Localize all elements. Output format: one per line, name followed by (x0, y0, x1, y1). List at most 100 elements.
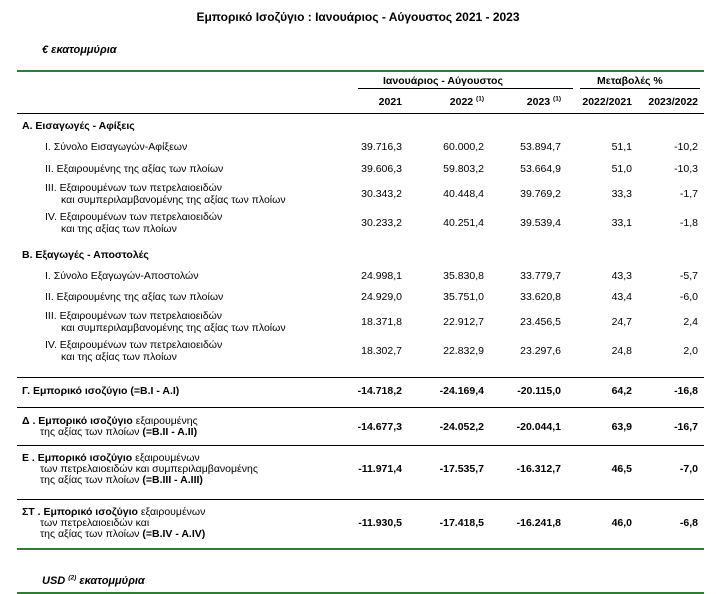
header-col-2022: 2022 (1) (449, 95, 484, 108)
cell-value: -10,2 (674, 141, 698, 153)
cell-value: 24.929,0 (361, 291, 402, 303)
top-rule (17, 70, 704, 72)
cell-value: -1,8 (679, 217, 698, 229)
row-label: III. Εξαιρουμένων των πετρελαιοειδών (45, 310, 223, 322)
header-period-group: Ιανουάριος - Αύγουστος (383, 75, 503, 87)
cell-value: -6,0 (679, 291, 698, 303)
balance-value: -11.971,4 (358, 463, 402, 475)
cell-value: 51,0 (611, 163, 632, 175)
balance-value: -11.930,5 (358, 517, 402, 529)
row-label: I. Σύνολο Εισαγωγών-Αφίξεων (45, 141, 188, 153)
header-col-change-1: 2022/2021 (582, 96, 632, 108)
balance-value: -24.169,4 (439, 385, 484, 397)
separator-rule-4 (17, 499, 704, 500)
cell-value: 40.448,4 (443, 188, 484, 200)
balance-label-continued: της αξίας των πλοίων (=B.II - A.II) (40, 426, 198, 438)
cell-value: 30.343,2 (361, 188, 402, 200)
cell-value: 22.912,7 (443, 316, 484, 328)
cell-value: 24,7 (611, 316, 632, 328)
cell-value: 59.803,2 (443, 163, 484, 175)
row-label: II. Εξαιρουμένης της αξίας των πλοίων (45, 163, 224, 175)
cell-value: 18.302,7 (361, 345, 402, 357)
cell-value: 18.371,8 (361, 316, 402, 328)
section-imports-heading: Α. Εισαγωγές - Αφίξεις (22, 120, 135, 132)
row-label-continued: και της αξίας των πλοίων (61, 351, 177, 363)
balance-value: 63,9 (611, 420, 632, 433)
cell-value: 23.456,5 (520, 316, 561, 328)
cell-value: -1,7 (679, 188, 698, 200)
balance-value: -20.044,1 (516, 420, 561, 433)
cell-value: -5,7 (679, 270, 698, 282)
cell-value: 35.751,0 (443, 291, 484, 303)
row-label-continued: και συμπεριλαμβανομένης της αξίας των πλ… (61, 194, 286, 206)
balance-value: -7,0 (679, 463, 698, 475)
balance-label: Γ. Εμπορικό ισοζύγιο (=B.I - A.I) (22, 385, 180, 397)
cell-value: 24,8 (611, 345, 632, 357)
balance-value: -24.052,2 (439, 420, 484, 433)
cell-value: 2,4 (683, 316, 698, 328)
cell-value: 33.620,8 (520, 291, 561, 303)
footnote-1: (1) (553, 95, 561, 103)
row-label: I. Σύνολο Εξαγωγών-Αποστολών (45, 270, 199, 282)
cell-value: 24.998,1 (361, 270, 402, 282)
header-change-group: Μεταβολές % (597, 75, 663, 87)
cell-value: 43,3 (611, 270, 632, 282)
footnote-1: (1) (476, 95, 484, 103)
header-rule (17, 113, 704, 114)
cell-value: -10,3 (674, 163, 698, 175)
cell-value: 2,0 (683, 345, 698, 357)
separator-rule-2 (17, 407, 704, 408)
unit-label: € εκατομμύρια (42, 44, 117, 56)
cell-value: 35.830,8 (443, 270, 484, 282)
cell-value: 60.000,2 (443, 141, 484, 153)
row-label: II. Εξαιρουμένης της αξίας των πλοίων (45, 291, 224, 303)
balance-value: -16.241,8 (516, 517, 561, 529)
cell-value: 40.251,4 (443, 217, 484, 229)
balance-value: -16,7 (674, 420, 698, 433)
cell-value: 30.233,2 (361, 217, 402, 229)
cell-value: 23.297,6 (520, 345, 561, 357)
balance-value: -14.718,2 (357, 385, 402, 397)
cell-value: 39.539,4 (520, 217, 561, 229)
cell-value: 39.716,3 (361, 141, 402, 153)
balance-value: -17.418,5 (439, 517, 484, 529)
section-exports-heading: Β. Εξαγωγές - Αποστολές (22, 249, 149, 261)
balance-label-continued: της αξίας των πλοίων (=B.IV - A.IV) (40, 528, 206, 540)
cell-value: 39.769,2 (520, 188, 561, 200)
row-label: IV. Εξαιρουμένων των πετρελαιοειδών (45, 211, 223, 223)
separator-rule-1 (17, 377, 704, 378)
cell-value: 53.894,7 (520, 141, 561, 153)
balance-label-continued: της αξίας των πλοίων (=B.III - A.III) (40, 474, 203, 486)
balance-value: -17.535,7 (439, 463, 484, 475)
header-col-2023: 2023 (1) (526, 95, 561, 108)
row-label: III. Εξαιρουμένων των πετρελαιοειδών (45, 182, 223, 194)
row-label-continued: και συμπεριλαμβανομένης της αξίας των πλ… (61, 322, 286, 334)
row-label-continued: και της αξίας των πλοίων (61, 223, 177, 235)
balance-value: -14.677,3 (357, 420, 402, 433)
balance-value: -16,8 (674, 385, 698, 397)
row-label: IV. Εξαιρουμένων των πετρελαιοειδών (45, 339, 223, 351)
cell-value: 33.779,7 (520, 270, 561, 282)
bottom-rule (17, 548, 704, 550)
balance-value: -20.115,0 (517, 385, 561, 397)
separator-rule-3 (17, 445, 704, 446)
cell-value: 33,3 (611, 188, 632, 200)
footnote-2: (2) (68, 574, 77, 582)
cell-value: 53.664,9 (520, 163, 561, 175)
balance-value: 46,5 (611, 463, 632, 475)
cell-value: 33,1 (611, 217, 632, 229)
cell-value: 39.606,3 (361, 163, 402, 175)
header-change-underline (580, 88, 700, 89)
header-col-2021: 2021 (378, 96, 402, 108)
balance-value: -6,8 (679, 517, 698, 529)
page-title: Εμπορικό Ισοζύγιο : Ιανουάριος - Αύγουστ… (196, 10, 520, 24)
header-period-underline (358, 88, 573, 89)
cell-value: 43,4 (611, 291, 632, 303)
balance-value: -16.312,7 (516, 463, 561, 475)
balance-value: 46,0 (611, 517, 632, 529)
footer-unit-label: USD (2) εκατομμύρια (42, 574, 145, 587)
header-col-change-2: 2023/2022 (648, 96, 698, 108)
cell-value: 22.832,9 (443, 345, 484, 357)
balance-value: 64,2 (611, 385, 632, 397)
cell-value: 51,1 (611, 141, 632, 153)
